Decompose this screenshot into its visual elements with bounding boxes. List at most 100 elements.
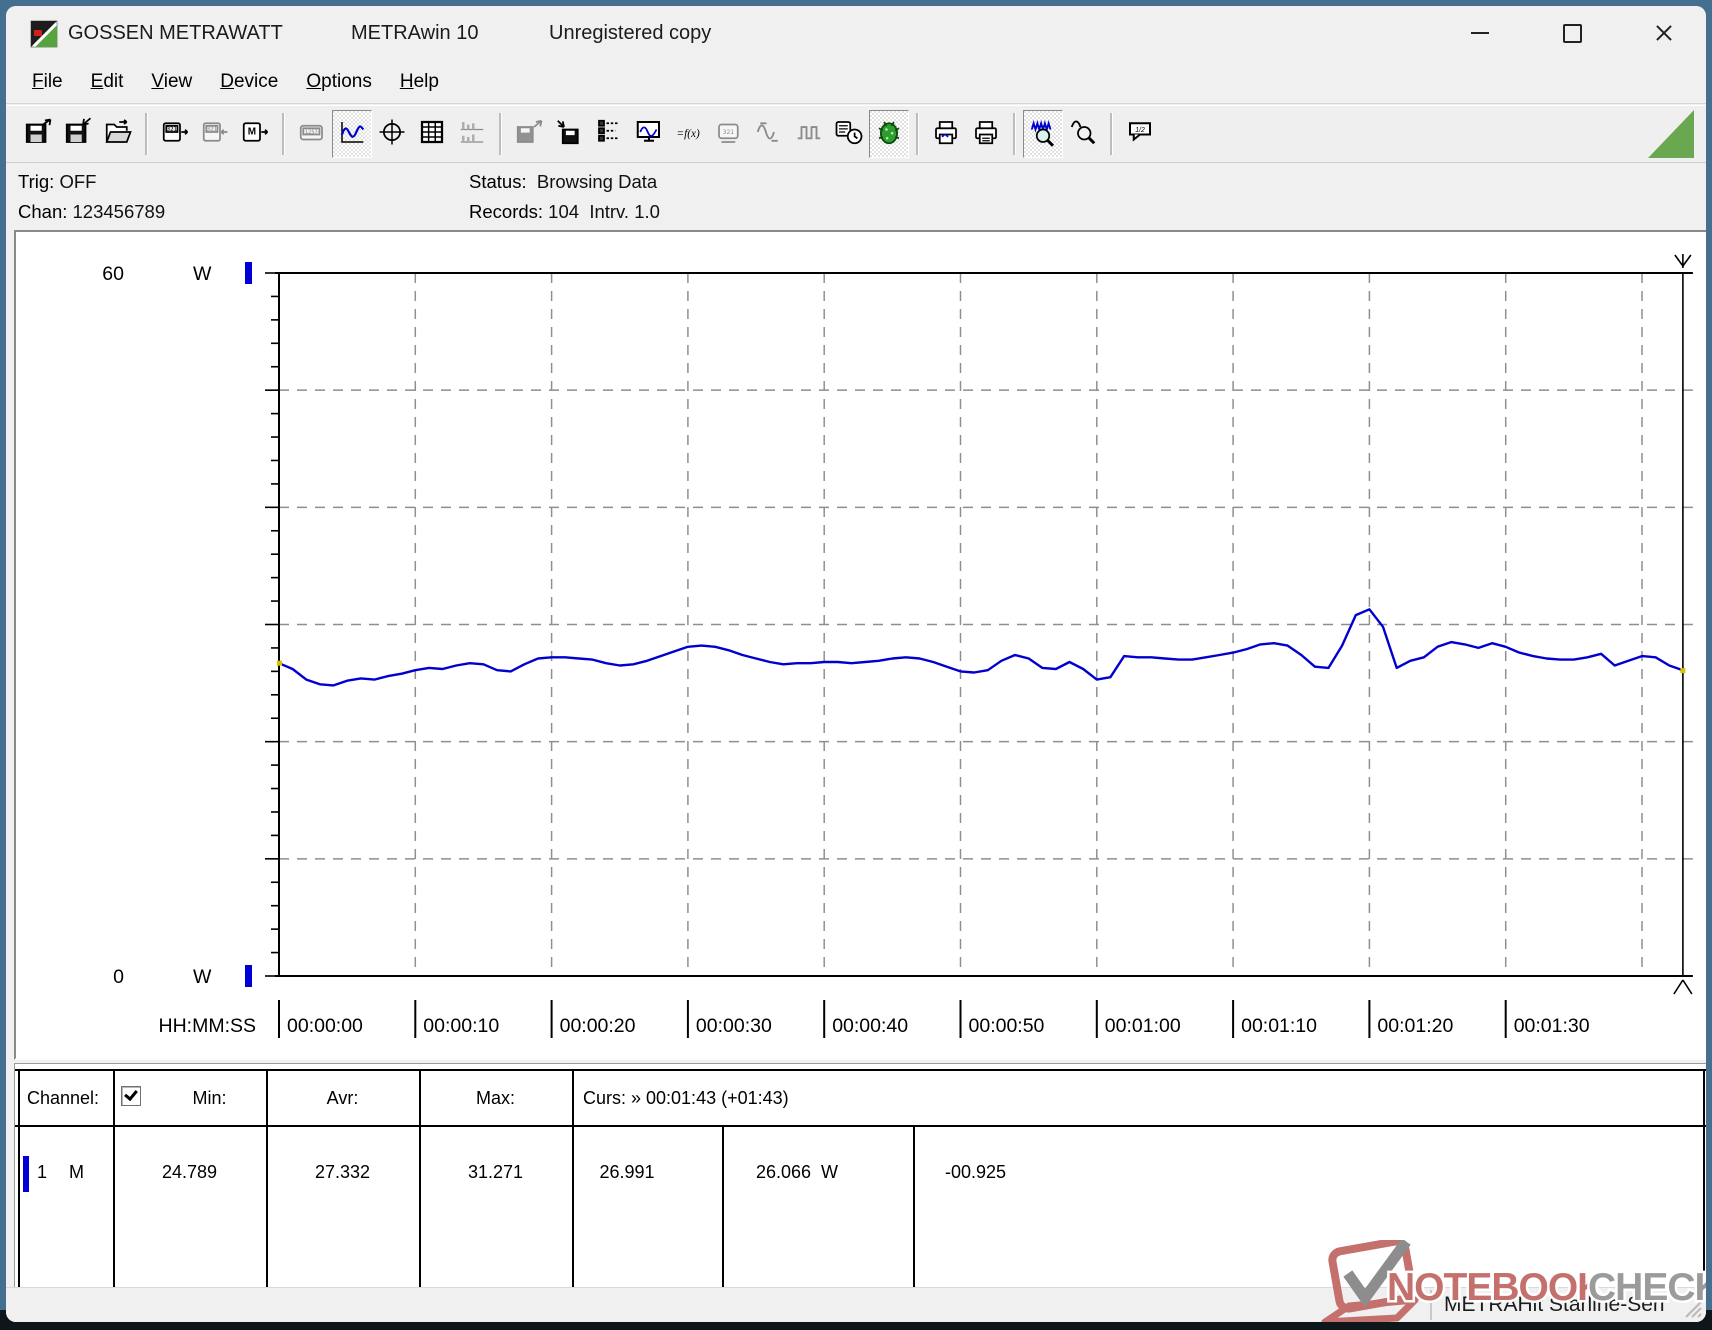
svg-text:HH:MM:SS: HH:MM:SS: [159, 1015, 257, 1037]
chan-status: Chan: 123456789: [18, 201, 166, 222]
close-button[interactable]: [1638, 14, 1690, 52]
table-view-button[interactable]: [412, 110, 452, 158]
formula-button[interactable]: =f(x): [669, 110, 709, 158]
chart-view-button[interactable]: [332, 110, 372, 158]
monitor-waveform-icon: [634, 117, 664, 152]
memory-export-icon: M: [240, 117, 270, 152]
timer-config-button[interactable]: [829, 110, 869, 158]
menu-item-help[interactable]: Help: [386, 65, 453, 99]
menu-bar: File Edit View Device Options Help: [6, 60, 1706, 104]
pulse-wave-button: [789, 110, 829, 158]
bar-graph-icon: [457, 117, 487, 152]
read-device-button[interactable]: 321: [155, 110, 195, 158]
svg-text:321: 321: [167, 127, 178, 133]
save-button[interactable]: [18, 110, 58, 158]
disk-export-icon: [514, 117, 544, 152]
cursor-b-dot: [1680, 668, 1686, 674]
checkmark-icon: [124, 1086, 138, 1102]
browse-status: Status: Browsing Data: [469, 171, 658, 192]
svg-text:00:01:20: 00:01:20: [1377, 1015, 1453, 1037]
sine-wave-icon: [754, 117, 784, 152]
y-range-marker-top[interactable]: [245, 262, 252, 284]
svg-text:W: W: [193, 966, 212, 988]
zoom-out-icon: [1068, 117, 1098, 152]
maximize-icon: [1562, 23, 1582, 43]
maximize-button[interactable]: [1546, 14, 1598, 52]
toolbar-corner-triangle: [1648, 110, 1694, 158]
fx-formula-icon: =f(x): [674, 117, 704, 152]
table-header-channel: Channel:: [27, 1088, 100, 1108]
table-header-cursor: Curs: » 00:01:43 (+01:43): [583, 1088, 789, 1108]
bug-icon: [874, 117, 904, 152]
toolbar-separator: [282, 113, 285, 155]
menu-item-view[interactable]: View: [137, 65, 206, 99]
chart-gridlines: [279, 273, 1693, 976]
lcd-display-icon: 1257: [297, 117, 327, 152]
power-chart[interactable]: 00:00:00 00:00:10 00:00:20 00:00:30 00:00:40…: [16, 232, 1706, 1058]
minimize-icon: [1471, 32, 1489, 34]
y-range-marker-bottom[interactable]: [245, 965, 252, 987]
resize-grip[interactable]: [1680, 1296, 1702, 1318]
chart-axes: 00:00:00 00:00:10 00:00:20 00:00:30 00:00:40…: [102, 262, 1693, 1038]
svg-text:321: 321: [723, 129, 735, 136]
table-header-avr: Avr:: [326, 1088, 359, 1108]
open-folder-icon: [103, 117, 133, 152]
svg-text:00:01:30: 00:01:30: [1514, 1015, 1590, 1037]
meter-import-icon: 321: [200, 117, 230, 152]
chart-panel[interactable]: 00:00:00 00:00:10 00:00:20 00:00:30 00:00:40…: [14, 230, 1706, 1060]
menu-item-file[interactable]: File: [18, 65, 77, 99]
svg-text:=f(x): =f(x): [677, 128, 700, 140]
status-bar: METRAHit Starline-Seri: [6, 1287, 1706, 1322]
device-status-cell: METRAHit Starline-Seri: [1430, 1290, 1696, 1320]
menu-item-options[interactable]: Options: [292, 65, 385, 99]
cursor-a-dot: [277, 660, 282, 666]
row-cursor-b-value: 26.066 W: [755, 1162, 839, 1182]
app-window: GOSSEN METRAWATT METRAwin 10 Unregistere…: [6, 6, 1706, 1322]
xy-scope-button[interactable]: [372, 110, 412, 158]
crosshair-scope-icon: [377, 117, 407, 152]
monitor-button[interactable]: [629, 110, 669, 158]
svg-text:W: W: [193, 263, 212, 285]
memory-read-button[interactable]: M: [235, 110, 275, 158]
svg-text:00:00:00: 00:00:00: [287, 1015, 363, 1037]
vendor-title: GOSSEN METRAWATT: [68, 22, 283, 44]
send-device-button: 321: [195, 110, 235, 158]
print-preview-icon: [931, 117, 961, 152]
toolbar-separator: [499, 113, 502, 155]
row-channel-mode: M: [69, 1162, 84, 1182]
zoom-waveform-icon: [1028, 117, 1058, 152]
menu-item-edit[interactable]: Edit: [77, 65, 138, 99]
svg-text:0: 0: [113, 966, 124, 988]
svg-text:00:00:20: 00:00:20: [560, 1015, 636, 1037]
toolbar: 321 321 M 1257 =f(x) 321 1/2: [6, 105, 1706, 163]
table-header-min: Min:: [192, 1088, 227, 1108]
print-preview-button[interactable]: [926, 110, 966, 158]
channel-checkbox[interactable]: [121, 1086, 141, 1106]
zoom-out-button[interactable]: [1063, 110, 1103, 158]
minimize-button[interactable]: [1454, 14, 1506, 52]
zoom-mode-button[interactable]: [1023, 110, 1063, 158]
open-button[interactable]: [98, 110, 138, 158]
records-status: Records: 104 Intrv. 1.0: [469, 201, 660, 222]
import-file-button[interactable]: [549, 110, 589, 158]
debug-button[interactable]: [869, 110, 909, 158]
svg-text:1257: 1257: [305, 129, 318, 135]
license-label: Unregistered copy: [549, 22, 712, 44]
svg-text:60: 60: [102, 263, 124, 285]
annotation-button[interactable]: 1/2: [1120, 110, 1160, 158]
menu-item-device[interactable]: Device: [206, 65, 292, 99]
print-button[interactable]: [966, 110, 1006, 158]
save-as-button[interactable]: [58, 110, 98, 158]
toolbar-separator: [1013, 113, 1016, 155]
numeric-display-button: 1257: [292, 110, 332, 158]
disk-import-icon: [554, 117, 584, 152]
floppy-import-icon: [63, 117, 93, 152]
printer-icon: [971, 117, 1001, 152]
comment-balloon-icon: 1/2: [1125, 117, 1155, 152]
channel-setup-button[interactable]: [589, 110, 629, 158]
device-name: METRAHit Starline-Seri: [1444, 1293, 1665, 1316]
row-max-value: 31.271: [467, 1162, 524, 1182]
toolbar-separator: [145, 113, 148, 155]
svg-text:00:00:40: 00:00:40: [832, 1015, 908, 1037]
close-icon: [1655, 24, 1673, 42]
